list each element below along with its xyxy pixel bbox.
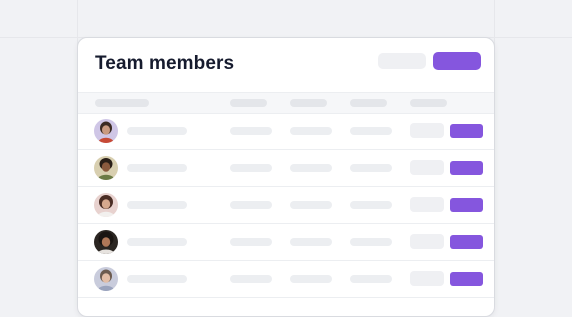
cell-placeholder [350,238,392,246]
cell-placeholder [350,275,392,283]
team-members-card: Team members [77,37,495,317]
member-name-placeholder [127,275,187,283]
member-name-placeholder [127,238,187,246]
member-name-placeholder [127,164,187,172]
cell-placeholder [290,127,332,135]
column-header-3 [290,99,327,107]
member-name-placeholder [127,201,187,209]
avatar [94,156,118,180]
column-header-4 [350,99,387,107]
column-header-name [95,99,149,107]
cell-placeholder [290,201,332,209]
table-row[interactable] [78,187,494,224]
cell-placeholder [290,275,332,283]
cell-placeholder [350,201,392,209]
avatar [94,193,118,217]
row-secondary-button[interactable] [410,234,444,249]
table-row[interactable] [78,150,494,187]
cell-placeholder [350,127,392,135]
column-header-5 [410,99,447,107]
row-secondary-button[interactable] [410,123,444,138]
cell-placeholder [230,238,272,246]
cell-placeholder [230,127,272,135]
avatar [94,267,118,291]
avatar [94,119,118,143]
row-primary-button[interactable] [450,161,483,175]
cell-placeholder [230,275,272,283]
row-primary-button[interactable] [450,198,483,212]
table-row[interactable] [78,224,494,261]
row-secondary-button[interactable] [410,271,444,286]
cell-placeholder [350,164,392,172]
row-primary-button[interactable] [450,272,483,286]
table-header [78,92,494,114]
primary-action-button[interactable] [433,52,481,70]
card-header: Team members [78,38,494,92]
row-primary-button[interactable] [450,124,483,138]
page-title: Team members [95,53,235,74]
cell-placeholder [230,164,272,172]
secondary-action-button[interactable] [378,53,426,69]
cell-placeholder [290,238,332,246]
cell-placeholder [290,164,332,172]
member-name-placeholder [127,127,187,135]
row-primary-button[interactable] [450,235,483,249]
cell-placeholder [230,201,272,209]
column-header-2 [230,99,267,107]
row-secondary-button[interactable] [410,160,444,175]
table-row[interactable] [78,113,494,150]
avatar [94,230,118,254]
row-secondary-button[interactable] [410,197,444,212]
table-row[interactable] [78,261,494,298]
